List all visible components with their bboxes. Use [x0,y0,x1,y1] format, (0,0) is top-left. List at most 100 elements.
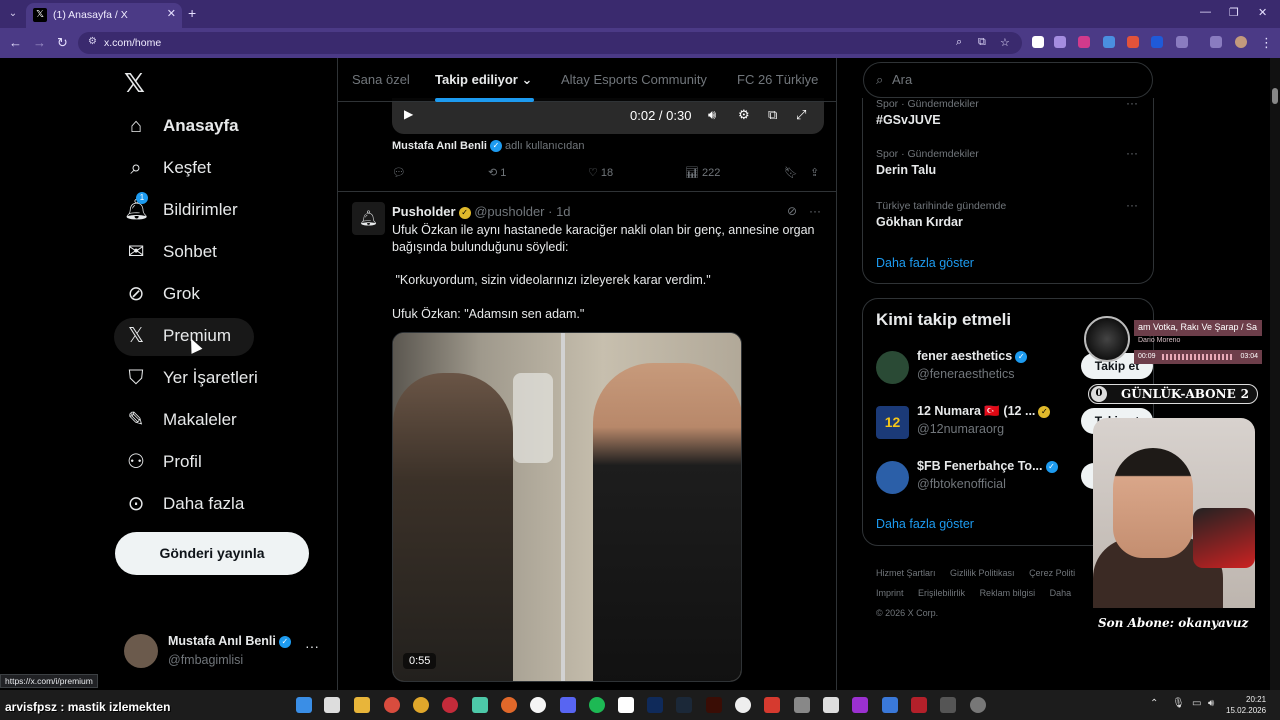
zoom-icon[interactable]: ⌕ [956,36,962,49]
tray-chevron-icon[interactable]: ⌃ [1150,698,1158,709]
more-icon[interactable]: ··· [1126,146,1138,160]
search-input[interactable] [892,72,1142,87]
browser-menu-icon[interactable]: ⋮ [1260,35,1273,51]
acrobat-icon[interactable] [764,697,780,713]
grok-icon[interactable]: ⊘ [787,204,797,218]
footer-link[interactable]: Imprint [876,588,904,598]
extension-icon[interactable] [1054,36,1066,48]
minimize-icon[interactable]: — [1200,6,1211,18]
sidebar-item-chat[interactable]: ✉ Sohbet [114,234,234,272]
trend-item[interactable]: Spor · Gündemdekiler Derin Talu ··· [876,146,1146,188]
profile-avatar-icon[interactable] [1235,36,1247,48]
forward-icon[interactable]: → [33,35,46,50]
discord-icon[interactable] [560,697,576,713]
sidebar-item-bookmarks[interactable]: ⛉ Yer İşaretleri [114,360,274,398]
scrollbar-thumb[interactable] [1272,88,1278,104]
footer-link[interactable]: Gizlilik Politikası [950,568,1015,578]
reply-icon[interactable]: 💬︎ [392,166,406,179]
bookmark-icon[interactable]: 🔖︎ [784,166,798,179]
video-player[interactable]: ▶ 0:02 / 0:30 🔊︎ ⚙ ⧉ ⤢ [392,98,824,134]
volume-icon[interactable]: 🔊︎ [1208,698,1214,709]
tweet-handle[interactable]: @pusholder [474,204,544,219]
app-icon[interactable] [911,697,927,713]
tab-fc26[interactable]: FC 26 Türkiye [737,72,818,87]
account-switcher[interactable]: Mustafa Anıl Benli ✓ @fmbagimlisi ··· [124,632,324,672]
like-button[interactable]: ♡ 18 [588,166,613,179]
trend-item[interactable]: Spor · Gündemdekiler #GSvJUVE ··· [876,96,1146,138]
sidebar-item-home[interactable]: ⌂ Anasayfa [114,108,254,146]
footer-link[interactable]: Reklam bilgisi [980,588,1036,598]
sidebar-item-notifications[interactable]: 🔔︎ 1 Bildirimler [114,192,264,230]
settings-icon[interactable]: ⚙ [738,107,750,123]
scrollbar[interactable] [1270,58,1280,690]
window-close-icon[interactable]: ✕ [1258,6,1267,19]
back-icon[interactable]: ← [9,35,22,50]
trend-item[interactable]: Türkiye tarihinde gündemde Gökhan Kırdar… [876,198,1146,240]
app-icon[interactable] [882,697,898,713]
pip-icon[interactable]: ⧉ [768,107,777,123]
more-icon[interactable]: ··· [305,638,319,654]
footer-link[interactable]: Hizmet Şartları [876,568,936,578]
sidebar-item-grok[interactable]: ⊘ Grok [114,276,224,314]
cast-icon[interactable]: ⧉ [978,36,986,49]
footer-link[interactable]: Erişilebilirlik [918,588,965,598]
reload-icon[interactable]: ↻ [57,35,68,51]
browser-tab[interactable]: 𝕏 (1) Anasayfa / X ✕ [26,3,182,28]
views-button[interactable]: 📊︎ 222 [685,166,720,179]
retweet-button[interactable]: ⟲ 1 [488,166,506,179]
microphone-icon[interactable]: 🎙︎ [1172,698,1185,709]
extension-icon[interactable] [1127,36,1139,48]
tweet-author[interactable]: Mustafa Anıl Benli [392,140,487,152]
extension-icon[interactable] [1032,36,1044,48]
footer-link[interactable]: Çerez Politi [1029,568,1075,578]
more-icon[interactable]: ··· [1126,198,1138,212]
app-icon[interactable] [823,697,839,713]
file-explorer-icon[interactable] [354,697,370,713]
new-tab-icon[interactable]: + [188,5,196,21]
volume-icon[interactable]: 🔊︎ [708,107,716,123]
app-icon[interactable] [735,697,751,713]
reading-list-icon[interactable] [1210,36,1222,48]
network-icon[interactable]: ▭ [1192,698,1201,709]
post-button[interactable]: Gönderi yayınla [115,532,309,575]
address-bar[interactable]: ⚙ x.com/home ⌕ ⧉ ☆ [78,32,1022,54]
search-box[interactable]: ⌕ [863,62,1153,98]
extension-icon[interactable] [1103,36,1115,48]
site-info-icon[interactable]: ⚙ [88,36,97,47]
more-icon[interactable]: ··· [809,204,821,218]
more-icon[interactable]: ··· [1126,96,1138,110]
photoshop-icon[interactable] [647,697,663,713]
app-icon[interactable] [472,697,488,713]
windows-start-icon[interactable] [296,697,312,713]
share-icon[interactable]: ⇪ [810,166,819,179]
tab-search-menu-icon[interactable]: ⌄ [4,5,22,23]
tab-for-you[interactable]: Sana özel [352,72,410,87]
restore-icon[interactable]: ❐ [1229,6,1239,19]
illustrator-icon[interactable] [706,697,722,713]
tweet-time[interactable]: · 1d [548,204,570,219]
spotify-icon[interactable] [589,697,605,713]
taskbar-clock[interactable]: 20:21 15.02.2026 [1226,694,1266,716]
extension-icon[interactable] [1151,36,1163,48]
obs-icon[interactable] [970,697,986,713]
play-icon[interactable]: ▶ [404,107,413,121]
firefox-icon[interactable] [501,697,517,713]
app-icon[interactable] [618,697,634,713]
app-icon[interactable] [794,697,810,713]
chrome-icon[interactable] [384,697,400,713]
sidebar-item-premium[interactable]: 𝕏 Premium [114,318,254,356]
tab-community[interactable]: Altay Esports Community [561,72,707,87]
chrome-icon[interactable] [413,697,429,713]
bookmark-star-icon[interactable]: ☆ [1000,36,1010,49]
steam-icon[interactable] [676,697,692,713]
footer-link[interactable]: Daha [1050,588,1072,598]
x-logo-icon[interactable]: 𝕏 [124,68,145,99]
extensions-puzzle-icon[interactable] [1176,36,1188,48]
sidebar-item-more[interactable]: ⊙ Daha fazla [114,486,254,524]
tweet-author[interactable]: Pusholder [392,204,456,219]
show-more-link[interactable]: Daha fazla göster [876,517,974,531]
sidebar-item-profile[interactable]: ⚇ Profil [114,444,224,482]
pusholder-avatar-icon[interactable]: 🔔︎ [352,202,385,235]
sidebar-item-articles[interactable]: ✎ Makaleler [114,402,254,440]
show-more-link[interactable]: Daha fazla göster [876,256,974,270]
